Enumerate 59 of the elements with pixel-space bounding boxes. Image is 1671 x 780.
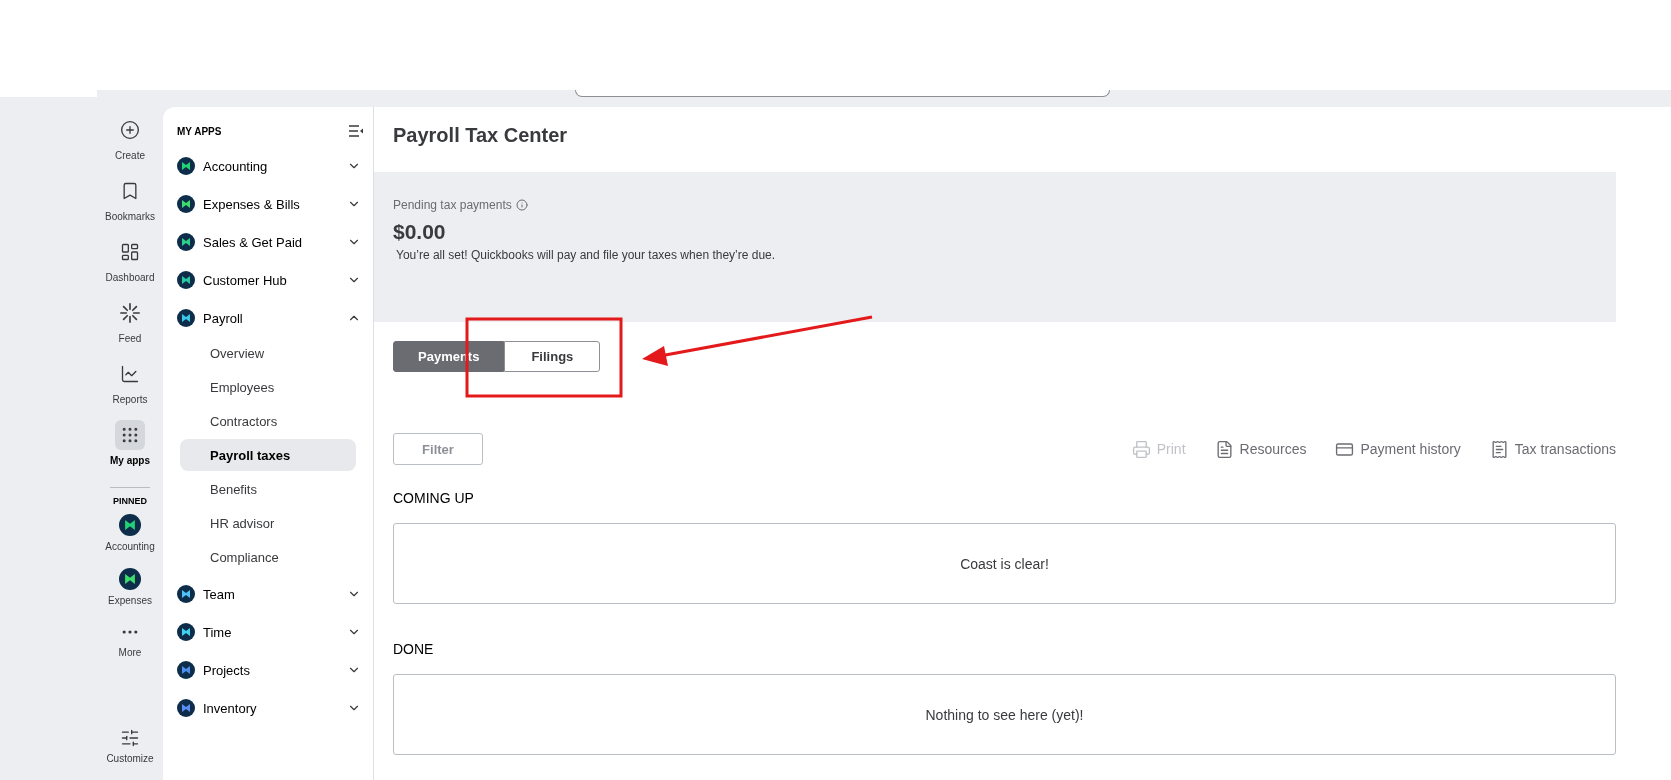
tab[interactable]: Filings <box>504 341 601 372</box>
app-icon[interactable] <box>119 568 141 590</box>
app-icon <box>177 233 195 251</box>
submenu-item[interactable]: Contractors <box>180 405 356 437</box>
section-heading: DONE <box>393 641 435 657</box>
toolbar-link[interactable]: Payment history <box>1335 439 1461 459</box>
submenu-item[interactable]: Benefits <box>180 473 356 505</box>
collapse-menu-icon[interactable] <box>349 125 363 137</box>
app-icon <box>177 661 195 679</box>
app-icon <box>177 195 195 213</box>
app-icon <box>177 585 195 603</box>
app-menu-item[interactable]: Team <box>203 586 339 602</box>
app-menu-item[interactable]: Customer Hub <box>203 272 339 288</box>
submenu-item[interactable]: Payroll taxes <box>180 439 356 471</box>
app-icon <box>177 623 195 641</box>
app-icon <box>177 271 195 289</box>
rail-label: Customize <box>106 753 154 764</box>
pending-amount: $0.00 <box>393 220 447 244</box>
rail-label: Dashboard <box>105 272 155 283</box>
submenu-item[interactable]: HR advisor <box>180 507 356 539</box>
page-title: Payroll Tax Center <box>392 123 569 148</box>
app-icon <box>177 309 195 327</box>
submenu-item[interactable]: Compliance <box>180 541 356 573</box>
empty-state-message: Nothing to see here (yet)! <box>925 706 1084 723</box>
summary-note: You’re all set! Quickbooks will pay and file your taxes when they’re due. <box>396 248 777 262</box>
rail-label: Reports <box>112 394 148 405</box>
info-icon[interactable] <box>515 199 528 211</box>
pinned-heading: PINNED <box>113 496 147 506</box>
document-icon <box>1214 439 1234 459</box>
rail-label: Feed <box>118 333 142 344</box>
app-icon[interactable] <box>119 514 141 536</box>
app-menu-item[interactable]: Sales & Get Paid <box>203 234 339 250</box>
submenu-item[interactable]: Overview <box>180 337 356 369</box>
app-menu-item[interactable]: Accounting <box>203 158 339 174</box>
search-field[interactable] <box>575 90 1110 97</box>
app-menu-item[interactable]: Projects <box>203 662 339 678</box>
app-icon <box>177 157 195 175</box>
dot-grid-icon[interactable] <box>115 420 145 450</box>
submenu-item[interactable]: Employees <box>180 371 356 403</box>
app-menu-item[interactable]: Expenses & Bills <box>203 196 339 212</box>
rail-label: Bookmarks <box>105 211 155 222</box>
section-heading: COMING UP <box>393 490 475 506</box>
printer-icon <box>1131 439 1151 459</box>
sidebar-heading: MY APPS <box>177 125 222 137</box>
toolbar-link[interactable]: Tax transactions <box>1489 439 1616 459</box>
customize-icon[interactable] <box>120 728 140 748</box>
app-menu-item[interactable]: Time <box>203 624 339 640</box>
app-menu-item[interactable]: Payroll <box>203 310 339 326</box>
app-menu-item[interactable]: Inventory <box>203 700 339 716</box>
toolbar-link[interactable]: Resources <box>1214 439 1307 459</box>
summary-label: Pending tax payments <box>393 198 512 212</box>
rail-label: Expenses <box>108 595 152 606</box>
receipt-icon <box>1489 439 1509 459</box>
empty-state-message: Coast is clear! <box>960 555 1049 572</box>
app-icon <box>177 699 195 717</box>
rail-label: My apps <box>110 455 150 466</box>
rail-label: Accounting <box>105 541 155 552</box>
rail-label: More <box>118 647 142 658</box>
rail-label: Create <box>115 150 145 161</box>
